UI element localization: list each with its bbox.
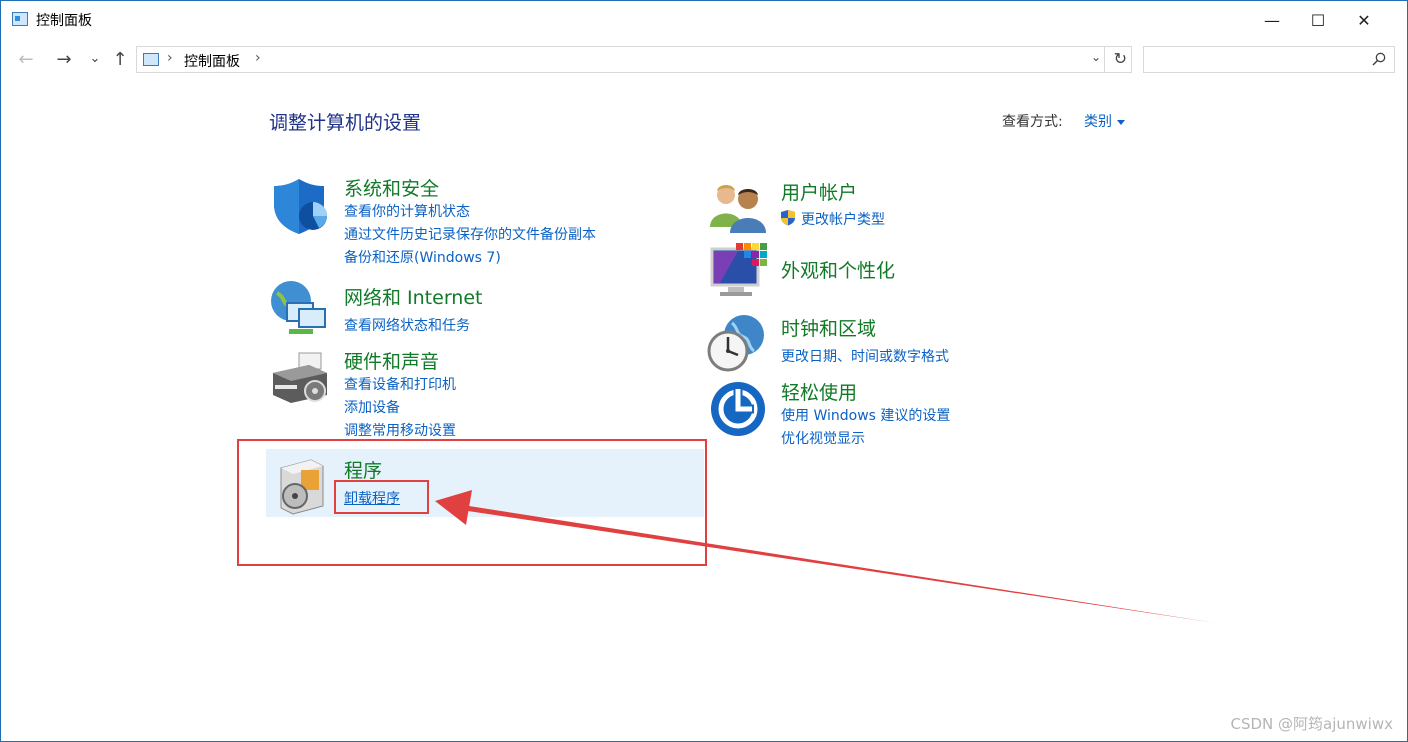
clock-globe-icon[interactable] — [706, 313, 766, 373]
up-button[interactable]: ↑ — [108, 49, 132, 70]
link-file-history-backup[interactable]: 通过文件历史记录保存你的文件备份副本 — [344, 224, 596, 244]
link-add-device[interactable]: 添加设备 — [344, 397, 400, 417]
shield-icon[interactable] — [269, 176, 329, 236]
uac-shield-icon — [781, 210, 795, 226]
link-backup-restore[interactable]: 备份和还原(Windows 7) — [344, 247, 501, 267]
link-view-computer-status[interactable]: 查看你的计算机状态 — [344, 201, 470, 221]
search-icon[interactable] — [1372, 52, 1386, 66]
divider — [1104, 47, 1105, 72]
link-change-account-type[interactable]: 更改帐户类型 — [801, 209, 885, 229]
display-icon[interactable] — [708, 241, 768, 301]
minimize-button[interactable]: — — [1249, 1, 1295, 39]
network-icon[interactable] — [269, 279, 329, 339]
breadcrumb-separator[interactable]: › — [255, 50, 261, 66]
category-title-network-internet[interactable]: 网络和 Internet — [344, 283, 482, 310]
category-title-user-accounts[interactable]: 用户帐户 — [781, 178, 857, 205]
category-title-ease-of-access[interactable]: 轻松使用 — [781, 378, 857, 405]
view-by-value[interactable]: 类别 — [1084, 114, 1112, 130]
link-recommended-settings[interactable]: 使用 Windows 建议的设置 — [781, 405, 950, 425]
control-panel-icon — [143, 53, 159, 66]
breadcrumb-separator[interactable]: › — [167, 50, 173, 66]
link-network-status[interactable]: 查看网络状态和任务 — [344, 315, 470, 335]
category-title-appearance[interactable]: 外观和个性化 — [781, 256, 895, 283]
link-devices-printers[interactable]: 查看设备和打印机 — [344, 374, 456, 394]
back-button[interactable]: ← — [14, 49, 38, 70]
control-panel-window: 控制面板 — ☐ ✕ ← → ⌄ ↑ › 控制面板 › ⌄ ↻ 调整计算机的设置… — [0, 0, 1408, 742]
link-optimize-visual-display[interactable]: 优化视觉显示 — [781, 428, 865, 448]
view-by-dropdown[interactable]: 类别 — [1084, 111, 1125, 131]
link-change-date-time-format[interactable]: 更改日期、时间或数字格式 — [781, 346, 949, 366]
close-button[interactable]: ✕ — [1341, 1, 1387, 39]
forward-button[interactable]: → — [52, 49, 76, 70]
printer-icon[interactable] — [269, 351, 329, 411]
category-title-system-security[interactable]: 系统和安全 — [344, 174, 439, 201]
category-title-hardware-sound[interactable]: 硬件和声音 — [344, 347, 439, 374]
control-panel-icon — [12, 12, 28, 26]
recent-locations-button[interactable]: ⌄ — [83, 51, 107, 66]
page-title: 调整计算机的设置 — [269, 112, 422, 134]
annotation-link-box — [334, 480, 429, 514]
link-mobility-settings[interactable]: 调整常用移动设置 — [344, 420, 456, 440]
caret-down-icon[interactable] — [1117, 119, 1125, 125]
annotation-highlight-box — [237, 439, 707, 566]
watermark: CSDN @阿筠ajunwiwx — [1230, 715, 1394, 733]
breadcrumb-control-panel[interactable]: 控制面板 — [184, 51, 240, 71]
maximize-button[interactable]: ☐ — [1295, 1, 1341, 39]
view-by-label: 查看方式: — [1002, 114, 1063, 130]
address-bar[interactable]: › 控制面板 › ⌄ ↻ — [136, 46, 1132, 73]
category-title-clock-region[interactable]: 时钟和区域 — [781, 314, 876, 341]
title-bar: 控制面板 — ☐ ✕ — [1, 1, 1407, 39]
search-input[interactable] — [1143, 46, 1395, 73]
chevron-down-icon[interactable]: ⌄ — [1091, 50, 1101, 64]
annotation-arrow — [435, 490, 1216, 623]
users-icon[interactable] — [708, 177, 768, 237]
refresh-icon[interactable]: ↻ — [1114, 49, 1127, 68]
window-title: 控制面板 — [36, 13, 92, 29]
ease-of-access-icon[interactable] — [708, 379, 768, 439]
